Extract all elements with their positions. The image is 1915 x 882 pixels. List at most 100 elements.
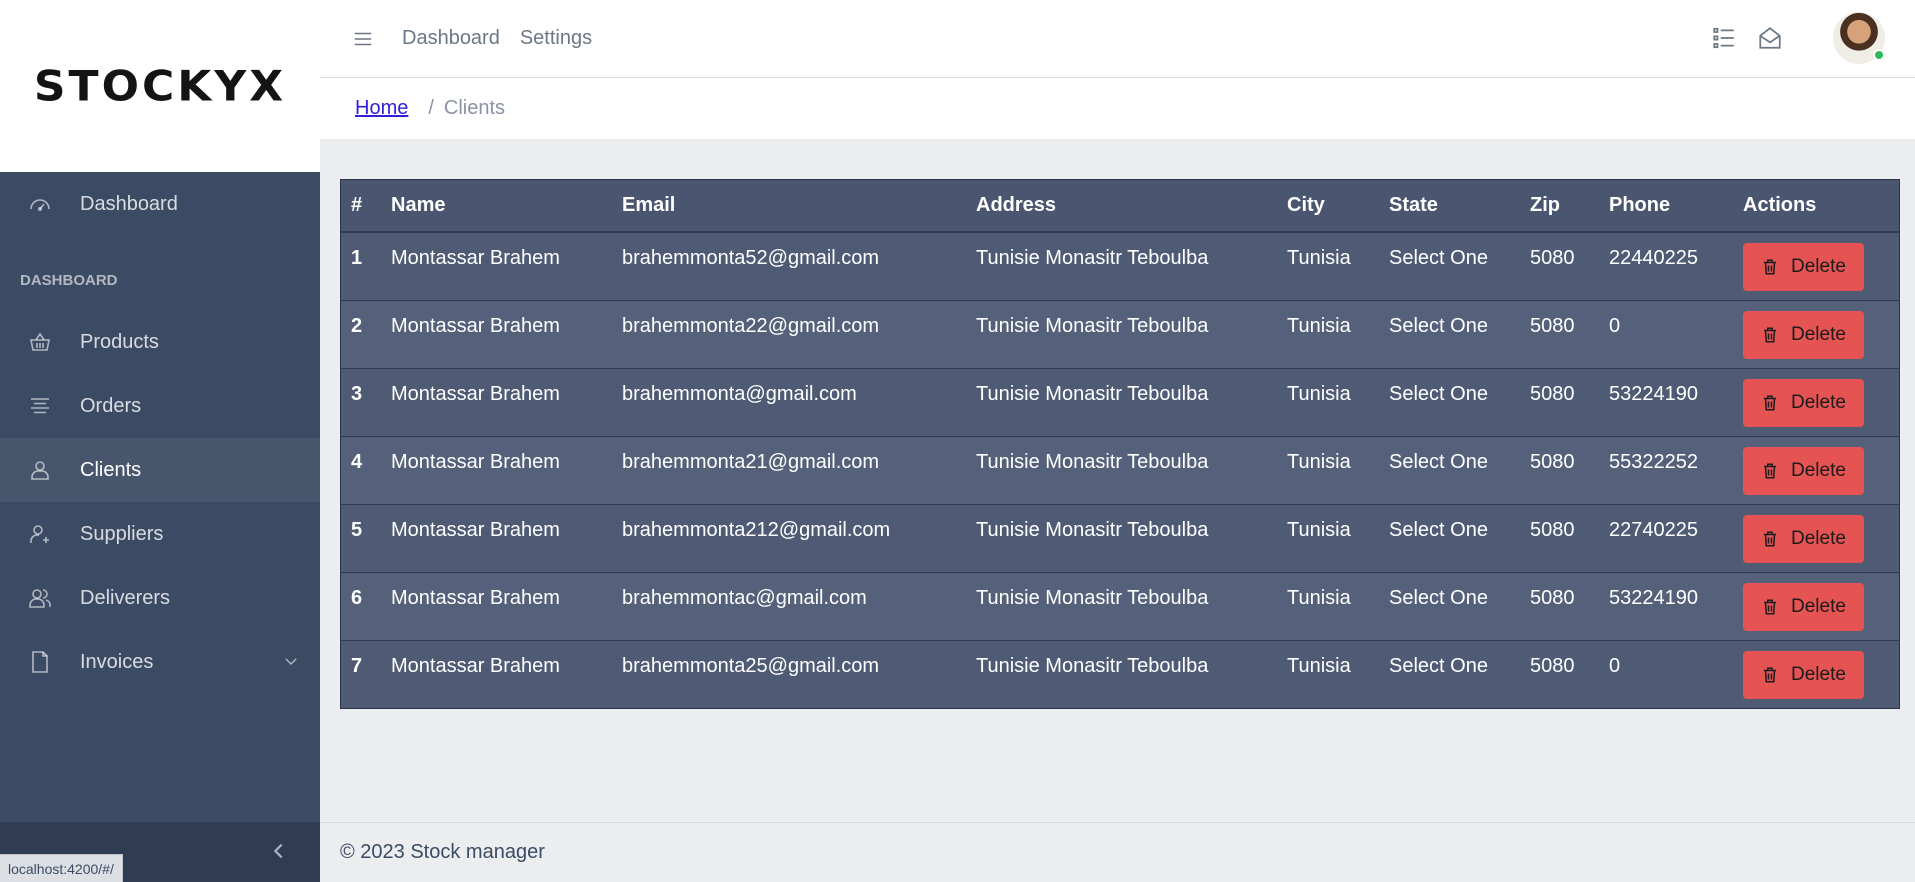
cell-email: brahemmonta@gmail.com xyxy=(612,367,966,436)
online-status-dot xyxy=(1873,49,1885,61)
column-header-address: Address xyxy=(966,180,1277,233)
sidebar-item-label: Clients xyxy=(80,458,142,481)
sidebar-section-title: DASHBOARD xyxy=(20,271,118,289)
cell-email: brahemmontac@gmail.com xyxy=(612,571,966,640)
delete-button[interactable]: Delete xyxy=(1743,582,1864,631)
cell-id: 2 xyxy=(341,299,381,368)
cell-name: Montassar Brahem xyxy=(381,435,612,504)
basket-icon xyxy=(28,330,52,354)
cell-zip: 5080 xyxy=(1520,367,1599,436)
column-header-actions: Actions xyxy=(1733,180,1899,233)
delete-button-label: Delete xyxy=(1791,527,1846,549)
cell-email: brahemmonta25@gmail.com xyxy=(612,639,966,708)
sidebar-item-label: Products xyxy=(80,330,159,353)
column-header-city: City xyxy=(1277,180,1379,233)
breadcrumb-home-link[interactable]: Home xyxy=(355,97,408,120)
sidebar-item-clients[interactable]: Clients xyxy=(0,438,320,502)
table-row: 7 Montassar Brahem brahemmonta25@gmail.com… xyxy=(341,639,1899,708)
avatar[interactable] xyxy=(1833,12,1885,64)
cell-address: Tunisie Monasitr Teboulba xyxy=(966,299,1277,368)
sidebar-item-deliverers[interactable]: Deliverers xyxy=(0,566,320,630)
cell-state: Select One xyxy=(1379,639,1520,708)
cell-address: Tunisie Monasitr Teboulba xyxy=(966,367,1277,436)
clients-table: # Name Email Address City State Zip Phon… xyxy=(341,180,1899,708)
delete-button[interactable]: Delete xyxy=(1743,310,1864,359)
trash-icon xyxy=(1764,259,1776,275)
cell-name: Montassar Brahem xyxy=(381,231,612,300)
delete-button-label: Delete xyxy=(1791,595,1846,617)
header-toolbar: Dashboard Settings xyxy=(320,0,1915,78)
cell-state: Select One xyxy=(1379,367,1520,436)
cell-city: Tunisia xyxy=(1277,639,1379,708)
cell-email: brahemmonta212@gmail.com xyxy=(612,503,966,572)
brand-logo: STOCKYX xyxy=(33,61,287,111)
cell-email: brahemmonta22@gmail.com xyxy=(612,299,966,368)
cell-actions: Delete xyxy=(1733,639,1899,708)
table-body: 1 Montassar Brahem brahemmonta52@gmail.com… xyxy=(341,231,1899,708)
cell-address: Tunisie Monasitr Teboulba xyxy=(966,435,1277,504)
trash-icon xyxy=(1764,395,1776,410)
cell-name: Montassar Brahem xyxy=(381,639,612,708)
user-icon xyxy=(28,458,52,482)
cell-city: Tunisia xyxy=(1277,299,1379,368)
table-row: 5 Montassar Brahem brahemmonta212@gmail.co… xyxy=(341,503,1899,572)
trash-icon xyxy=(1764,599,1776,614)
delete-button-label: Delete xyxy=(1791,391,1846,413)
cell-id: 7 xyxy=(341,639,381,708)
cell-zip: 5080 xyxy=(1520,503,1599,572)
sidebar-item-suppliers[interactable]: Suppliers xyxy=(0,502,320,566)
delete-button[interactable]: Delete xyxy=(1743,243,1864,291)
envelope-open-icon[interactable] xyxy=(1757,25,1783,51)
sidebar-item-label: Orders xyxy=(80,394,142,417)
user-plus-icon xyxy=(28,522,52,546)
brand-logo-area[interactable]: STOCKYX xyxy=(0,0,320,172)
sidebar-item-dashboard[interactable]: Dashboard xyxy=(0,172,320,236)
cell-actions: Delete xyxy=(1733,299,1899,368)
cell-state: Select One xyxy=(1379,299,1520,368)
speedometer-icon xyxy=(28,192,52,216)
cell-actions: Delete xyxy=(1733,367,1899,436)
header: Dashboard Settings Home / Clients xyxy=(320,0,1915,139)
delete-button-label: Delete xyxy=(1791,256,1846,277)
header-link-dashboard[interactable]: Dashboard xyxy=(402,27,500,50)
cell-address: Tunisie Monasitr Teboulba xyxy=(966,639,1277,708)
cell-id: 4 xyxy=(341,435,381,504)
sidebar-item-orders[interactable]: Orders xyxy=(0,374,320,438)
cell-address: Tunisie Monasitr Teboulba xyxy=(966,231,1277,300)
sidebar-item-label: Dashboard xyxy=(80,192,178,215)
cell-phone: 0 xyxy=(1599,299,1733,368)
trash-icon xyxy=(1764,463,1776,478)
chevron-left-icon xyxy=(268,840,290,862)
cell-phone: 55322252 xyxy=(1599,435,1733,504)
cell-name: Montassar Brahem xyxy=(381,299,612,368)
sidebar-nav: Dashboard DASHBOARD Products Orders Clie… xyxy=(0,172,320,694)
column-header-phone: Phone xyxy=(1599,180,1733,233)
cell-id: 3 xyxy=(341,367,381,436)
chevron-down-icon[interactable] xyxy=(282,652,300,670)
sidebar-item-invoices[interactable]: Invoices xyxy=(0,630,320,694)
cell-state: Select One xyxy=(1379,435,1520,504)
cell-id: 1 xyxy=(341,231,381,300)
delete-button[interactable]: Delete xyxy=(1743,650,1864,699)
cell-zip: 5080 xyxy=(1520,435,1599,504)
align-center-icon xyxy=(28,394,52,418)
sidebar-item-products[interactable]: Products xyxy=(0,310,320,374)
column-header-index: # xyxy=(341,180,381,233)
column-header-state: State xyxy=(1379,180,1520,233)
delete-button-label: Delete xyxy=(1791,459,1846,481)
cell-zip: 5080 xyxy=(1520,571,1599,640)
delete-button[interactable]: Delete xyxy=(1743,378,1864,427)
hamburger-menu-icon[interactable] xyxy=(352,28,374,50)
delete-button-label: Delete xyxy=(1791,323,1846,345)
cell-name: Montassar Brahem xyxy=(381,571,612,640)
trash-icon xyxy=(1764,327,1776,342)
delete-button[interactable]: Delete xyxy=(1743,514,1864,563)
cell-phone: 22740225 xyxy=(1599,503,1733,572)
cell-phone: 53224190 xyxy=(1599,571,1733,640)
delete-button-label: Delete xyxy=(1791,663,1846,685)
cell-zip: 5080 xyxy=(1520,639,1599,708)
delete-button[interactable]: Delete xyxy=(1743,446,1864,495)
header-link-settings[interactable]: Settings xyxy=(520,27,592,50)
list-icon[interactable] xyxy=(1711,25,1737,51)
clients-table-container: # Name Email Address City State Zip Phon… xyxy=(340,179,1900,709)
